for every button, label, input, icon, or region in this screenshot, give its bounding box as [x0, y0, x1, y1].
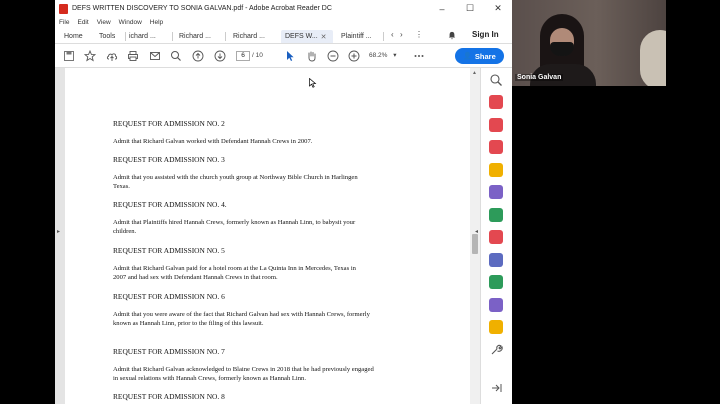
left-pane-expand-icon[interactable]: ▸ [57, 228, 60, 235]
menu-help[interactable]: Help [150, 19, 163, 26]
tab-document-2[interactable]: Richard ... [179, 30, 213, 43]
request-text-line: 2007 and had sex with Defendant Hannah C… [113, 274, 278, 281]
save-icon[interactable] [63, 50, 75, 62]
page-total: / 10 [252, 52, 263, 59]
tabs-overflow-icon[interactable]: ⋮ [415, 30, 423, 39]
video-participant-tile: Sonia Galvan [512, 0, 666, 86]
prepare-form-icon[interactable] [489, 298, 503, 312]
request-text-line: children. [113, 228, 137, 235]
previous-page-icon[interactable] [192, 50, 204, 62]
request-heading: REQUEST FOR ADMISSION NO. 2 [113, 119, 225, 128]
vertical-scrollbar[interactable]: ▲ [470, 68, 480, 404]
menu-bar: File Edit View Window Help [55, 17, 512, 28]
tab-close-icon[interactable]: ✕ [321, 33, 327, 41]
window-controls: – ☐ ✕ [428, 0, 512, 17]
tools-pane: ◂ [475, 68, 512, 404]
tab-bar: Home Tools ichard ... Richard ... Richar… [55, 28, 512, 44]
request-text: Admit that Richard Galvan worked with De… [113, 138, 313, 145]
tab-document-active-label: DEFS W... [285, 33, 318, 40]
hand-tool-icon[interactable] [306, 50, 318, 62]
notifications-bell-icon[interactable] [448, 31, 456, 40]
more-tools-wrench-icon[interactable] [489, 343, 503, 357]
tab-tools[interactable]: Tools [99, 30, 115, 43]
request-text-line: in sexual relations with Hannah Crews, f… [113, 375, 307, 382]
request-text-line: Admit that you were aware of the fact th… [113, 311, 370, 318]
acrobat-app-icon [59, 3, 68, 14]
minimize-button[interactable]: – [428, 0, 456, 17]
request-text-line: known as Hannah Linn, prior to the filin… [113, 320, 264, 327]
share-button-label: Share [474, 51, 496, 61]
share-person-icon: 👤 [463, 53, 472, 60]
combine-files-icon[interactable] [489, 185, 503, 199]
tab-separator [383, 32, 384, 41]
window-title: DEFS WRITTEN DISCOVERY TO SONIA GALVAN.p… [72, 5, 332, 12]
zoom-out-icon[interactable] [327, 50, 339, 62]
participant-name: Sonia Galvan [515, 74, 564, 81]
tools-pane-collapse-icon[interactable]: ◂ [475, 228, 478, 235]
tab-separator [225, 32, 226, 41]
menu-window[interactable]: Window [119, 19, 142, 26]
close-button[interactable]: ✕ [484, 0, 512, 17]
request-heading: REQUEST FOR ADMISSION NO. 6 [113, 292, 225, 301]
more-tools-icon[interactable] [413, 50, 425, 62]
menu-view[interactable]: View [97, 19, 111, 26]
menu-edit[interactable]: Edit [77, 19, 88, 26]
comment-icon[interactable] [489, 163, 503, 177]
tab-document-3[interactable]: Richard ... [233, 30, 267, 43]
export-pdf-icon[interactable] [489, 118, 503, 132]
tabs-scroll-left-icon[interactable]: ‹ [391, 30, 394, 39]
request-heading: REQUEST FOR ADMISSION NO. 3 [113, 155, 225, 164]
protect-shield-icon[interactable] [489, 253, 503, 267]
organize-pages-icon[interactable] [489, 208, 503, 222]
request-heading: REQUEST FOR ADMISSION NO. 8 [113, 392, 225, 401]
scrollbar-thumb[interactable] [472, 234, 478, 254]
scan-ocr-icon[interactable] [489, 320, 503, 334]
zoom-level-select[interactable]: 68.2% ▾ [369, 51, 397, 59]
document-viewport[interactable]: ▸ REQUEST FOR ADMISSION NO. 2 Admit that… [55, 68, 480, 404]
expand-pane-icon[interactable] [489, 381, 503, 395]
chevron-down-icon: ▾ [393, 52, 397, 59]
bookmark-star-icon[interactable] [84, 50, 96, 62]
email-icon[interactable] [149, 50, 161, 62]
pdf-page: REQUEST FOR ADMISSION NO. 2 Admit that R… [65, 68, 470, 404]
request-heading: REQUEST FOR ADMISSION NO. 5 [113, 246, 225, 255]
request-heading: REQUEST FOR ADMISSION NO. 4. [113, 200, 227, 209]
request-heading: REQUEST FOR ADMISSION NO. 7 [113, 347, 225, 356]
create-pdf-icon[interactable] [489, 95, 503, 109]
page-number-input[interactable]: 6 [236, 51, 250, 61]
search-tool-icon[interactable] [489, 73, 503, 87]
search-icon[interactable] [170, 50, 182, 62]
tabs-scroll-right-icon[interactable]: › [400, 30, 403, 39]
tab-document-5[interactable]: Plaintiff ... [341, 30, 375, 43]
tab-document-1[interactable]: ichard ... [129, 30, 163, 43]
background-person [640, 30, 666, 86]
zoom-level-value: 68.2% [369, 52, 388, 59]
sign-in-button[interactable]: Sign In [472, 30, 499, 39]
tab-separator [125, 32, 126, 41]
maximize-button[interactable]: ☐ [456, 0, 484, 17]
print-icon[interactable] [127, 50, 139, 62]
share-button[interactable]: 👤 Share [455, 48, 504, 64]
request-text-line: Admit that Plaintiffs hired Hannah Crews… [113, 219, 356, 226]
zoom-in-icon[interactable] [348, 50, 360, 62]
next-page-icon[interactable] [214, 50, 226, 62]
mouse-pointer-icon [309, 78, 317, 88]
upload-cloud-icon[interactable] [106, 50, 118, 62]
select-cursor-icon[interactable] [284, 50, 296, 62]
tab-home[interactable]: Home [64, 30, 83, 43]
acrobat-window: DEFS WRITTEN DISCOVERY TO SONIA GALVAN.p… [55, 0, 512, 404]
edit-pdf-icon[interactable] [489, 140, 503, 154]
menu-file[interactable]: File [59, 19, 69, 26]
tab-separator [172, 32, 173, 41]
tab-document-active[interactable]: DEFS W... ✕ [281, 30, 333, 43]
fill-and-sign-icon[interactable] [489, 230, 503, 244]
toolbar: 6 / 10 68.2% ▾ 👤 Share [55, 44, 512, 68]
request-text-line: Texas. [113, 183, 130, 190]
request-text-line: Admit that Richard Galvan paid for a hot… [113, 265, 356, 272]
request-text-line: Admit that you assisted with the church … [113, 174, 358, 181]
request-text-line: Admit that Richard Galvan acknowledged t… [113, 366, 374, 373]
optimize-pdf-icon[interactable] [489, 275, 503, 289]
scroll-up-arrow-icon[interactable]: ▲ [472, 70, 477, 76]
title-bar: DEFS WRITTEN DISCOVERY TO SONIA GALVAN.p… [55, 0, 512, 17]
